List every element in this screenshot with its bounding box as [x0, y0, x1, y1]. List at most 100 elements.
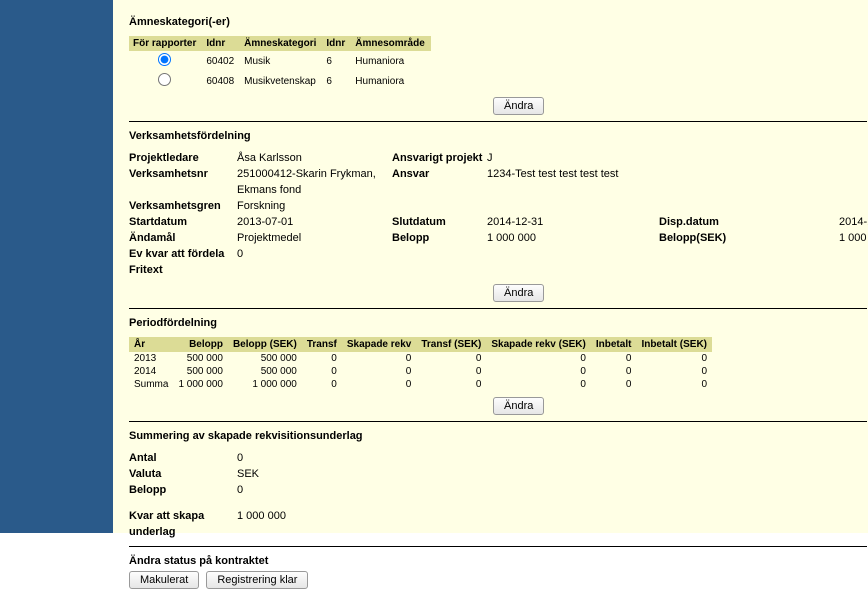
period-cell-inbet: 0: [591, 352, 637, 365]
cat-th-rapporter: För rapporter: [129, 36, 202, 51]
val-startdatum: 2013-07-01: [237, 214, 392, 230]
makulerat-button[interactable]: Makulerat: [129, 571, 199, 589]
lbl-projektledare: Projektledare: [129, 150, 237, 166]
divider: [129, 308, 867, 309]
summering-section: Summering av skapade rekvisitionsunderla…: [129, 430, 867, 540]
cat-th-kategori: Ämneskategori: [240, 36, 322, 51]
cat-th-idnr1: Idnr: [202, 36, 240, 51]
registrering-klar-button[interactable]: Registrering klar: [206, 571, 308, 589]
status-section: Ändra status på kontraktet Makulerat Reg…: [129, 555, 867, 589]
period-cell-inbet_sek: 0: [636, 352, 712, 365]
verksamhet-edit-button[interactable]: Ändra: [493, 284, 544, 302]
lbl-fritext: Fritext: [129, 262, 237, 278]
period-cell-skapade: 0: [342, 352, 417, 365]
val-slutdatum: 2014-12-31: [487, 214, 659, 230]
cat-kategori: Musikvetenskap: [240, 71, 322, 91]
cat-idnr1: 60402: [202, 51, 240, 71]
val-valuta: SEK: [237, 466, 259, 482]
period-cell-belopp_sek: 500 000: [228, 365, 302, 378]
period-cell-skapade_sek: 0: [486, 352, 591, 365]
per-th-transf: Transf: [302, 337, 342, 352]
lbl-verksamhetsnr: Verksamhetsnr: [129, 166, 237, 198]
verksamhet-section: Verksamhetsfördelning Projektledare Åsa …: [129, 130, 867, 302]
summering-heading: Summering av skapade rekvisitionsunderla…: [129, 430, 867, 442]
val-ansvar: 1234-Test test test test test: [487, 166, 659, 198]
val-beloppsek: 1 000 000: [839, 230, 868, 246]
per-th-skapadesek: Skapade rekv (SEK): [486, 337, 591, 352]
cat-radio-1[interactable]: [158, 73, 171, 86]
val-projektledare: Åsa Karlsson: [237, 150, 392, 166]
lbl-slutdatum: Slutdatum: [392, 214, 487, 230]
period-cell-transf_sek: 0: [416, 365, 486, 378]
cat-kategori: Musik: [240, 51, 322, 71]
cat-idnr1: 60408: [202, 71, 240, 91]
val-ansvarigt: J: [487, 150, 659, 166]
period-cell-transf: 0: [302, 378, 342, 391]
category-table: För rapporter Idnr Ämneskategori Idnr Äm…: [129, 36, 431, 91]
period-edit-button[interactable]: Ändra: [493, 397, 544, 415]
divider: [129, 121, 867, 122]
val-belopp: 1 000 000: [487, 230, 659, 246]
cat-idnr2: 6: [322, 51, 351, 71]
period-cell-inbet_sek: 0: [636, 365, 712, 378]
period-cell-belopp_sek: 1 000 000: [228, 378, 302, 391]
cat-row: 60402 Musik 6 Humaniora: [129, 51, 431, 71]
per-th-belopp: Belopp: [173, 337, 228, 352]
period-cell-transf: 0: [302, 365, 342, 378]
val-antal: 0: [237, 450, 243, 466]
category-heading: Ämneskategori(-er): [129, 16, 867, 28]
period-cell-skapade_sek: 0: [486, 365, 591, 378]
lbl-ansvarigt: Ansvarigt projekt: [392, 150, 487, 166]
lbl-verksamhetsgren: Verksamhetsgren: [129, 198, 237, 214]
cat-radio-0[interactable]: [158, 53, 171, 66]
per-th-inbetsek: Inbetalt (SEK): [636, 337, 712, 352]
period-cell-inbet: 0: [591, 378, 637, 391]
period-row: Summa1 000 0001 000 000000000: [129, 378, 712, 391]
period-cell-transf: 0: [302, 352, 342, 365]
lbl-startdatum: Startdatum: [129, 214, 237, 230]
val-verksamhetsnr: 251000412-Skarin Frykman, Ekmans fond: [237, 166, 392, 198]
lbl-evkvar: Ev kvar att fördela: [129, 246, 237, 262]
lbl-antal: Antal: [129, 450, 237, 466]
period-table: År Belopp Belopp (SEK) Transf Skapade re…: [129, 337, 712, 391]
val-evkvar: 0: [237, 246, 392, 262]
val-dispdatum: 2014-12-3: [839, 214, 868, 230]
cat-row: 60408 Musikvetenskap 6 Humaniora: [129, 71, 431, 91]
divider: [129, 421, 867, 422]
period-row: 2014500 000500 000000000: [129, 365, 712, 378]
period-cell-belopp: 500 000: [173, 365, 228, 378]
period-cell-transf_sek: 0: [416, 378, 486, 391]
divider: [129, 546, 867, 547]
lbl-belopp: Belopp: [392, 230, 487, 246]
period-cell-ar: 2014: [129, 365, 173, 378]
period-cell-skapade: 0: [342, 378, 417, 391]
per-th-transfsek: Transf (SEK): [416, 337, 486, 352]
per-th-inbet: Inbetalt: [591, 337, 637, 352]
val-verksamhetsgren: Forskning: [237, 198, 392, 214]
period-heading: Periodfördelning: [129, 317, 867, 329]
category-section: Ämneskategori(-er) För rapporter Idnr Äm…: [129, 16, 867, 115]
period-cell-belopp_sek: 500 000: [228, 352, 302, 365]
cat-idnr2: 6: [322, 71, 351, 91]
cat-th-omrade: Ämnesområde: [351, 36, 430, 51]
period-cell-inbet: 0: [591, 365, 637, 378]
period-cell-ar: Summa: [129, 378, 173, 391]
cat-omrade: Humaniora: [351, 51, 430, 71]
period-cell-skapade: 0: [342, 365, 417, 378]
category-edit-button[interactable]: Ändra: [493, 97, 544, 115]
verksamhet-heading: Verksamhetsfördelning: [129, 130, 867, 142]
lbl-beloppsek: Belopp(SEK): [659, 230, 839, 246]
val-andamal: Projektmedel: [237, 230, 392, 246]
period-cell-ar: 2013: [129, 352, 173, 365]
per-th-skapade: Skapade rekv: [342, 337, 417, 352]
lbl-sbelopp: Belopp: [129, 482, 237, 498]
period-row: 2013500 000500 000000000: [129, 352, 712, 365]
status-heading: Ändra status på kontraktet: [129, 555, 867, 567]
cat-omrade: Humaniora: [351, 71, 430, 91]
period-cell-skapade_sek: 0: [486, 378, 591, 391]
val-kvar: 1 000 000: [237, 508, 286, 540]
period-cell-transf_sek: 0: [416, 352, 486, 365]
lbl-dispdatum: Disp.datum: [659, 214, 839, 230]
cat-th-idnr2: Idnr: [322, 36, 351, 51]
period-cell-belopp: 1 000 000: [173, 378, 228, 391]
